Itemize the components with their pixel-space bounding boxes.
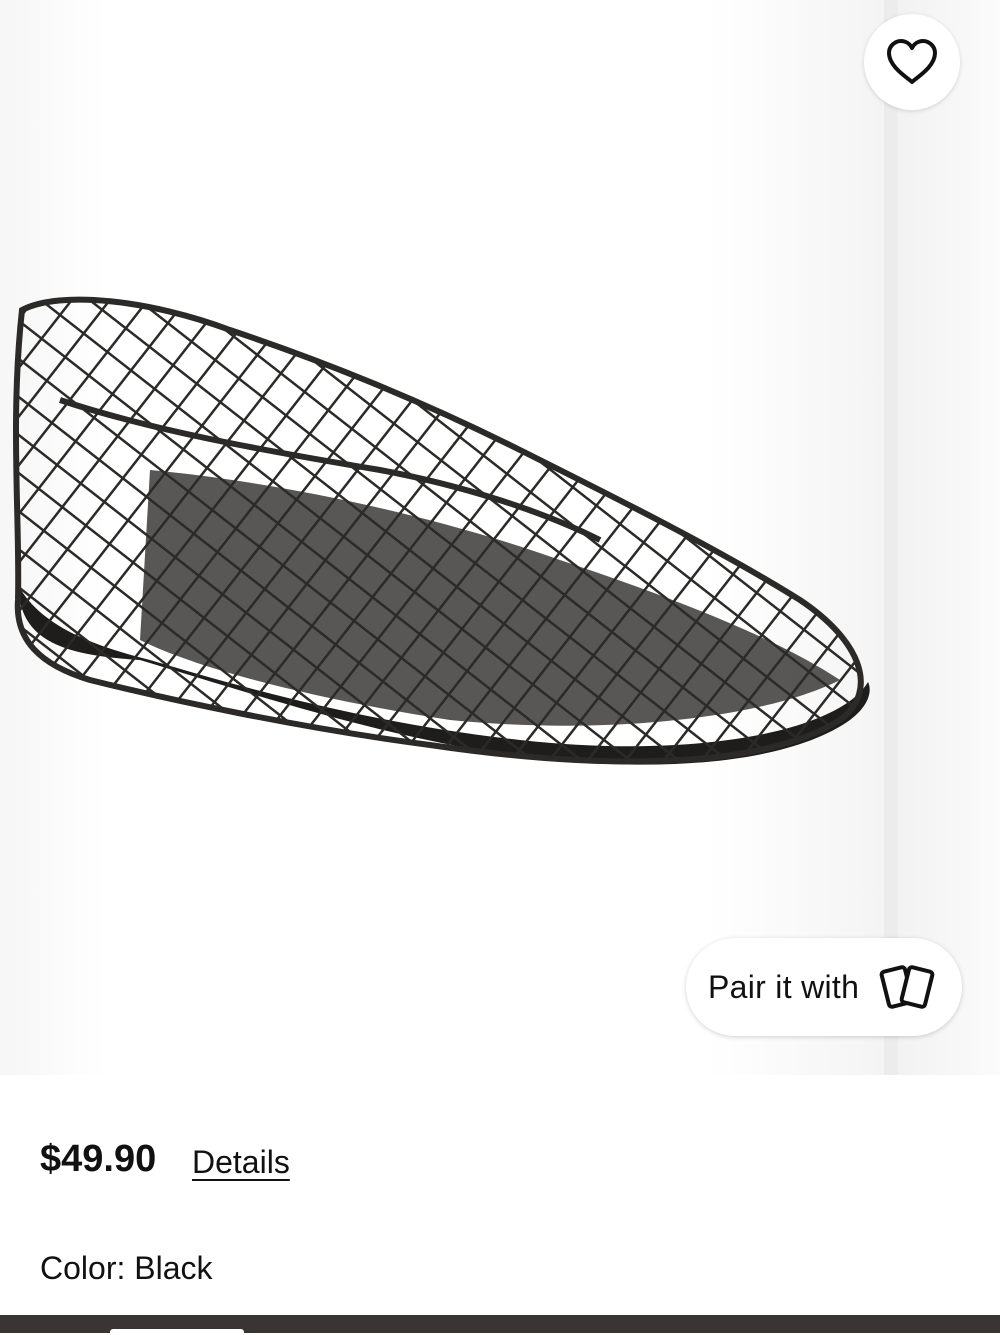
product-price: $49.90 [40,1138,157,1180]
cards-icon [879,961,939,1013]
product-image-gallery[interactable]: Pair it with [0,0,1000,1075]
favorite-button[interactable] [864,14,960,110]
product-image-main[interactable] [0,0,884,1075]
heart-icon [885,38,939,86]
product-image-next-preview[interactable] [898,0,1000,1075]
details-link[interactable]: Details [192,1144,290,1181]
shoe-image [12,296,870,765]
shoe-mesh-upper [15,299,861,762]
shoe-image-preview [0,0,102,1075]
color-label: Color: Black [40,1250,213,1286]
pair-it-with-button[interactable]: Pair it with [686,938,962,1036]
home-indicator [110,1329,244,1335]
pair-it-with-label: Pair it with [708,968,860,1005]
slide-divider [884,0,898,1075]
